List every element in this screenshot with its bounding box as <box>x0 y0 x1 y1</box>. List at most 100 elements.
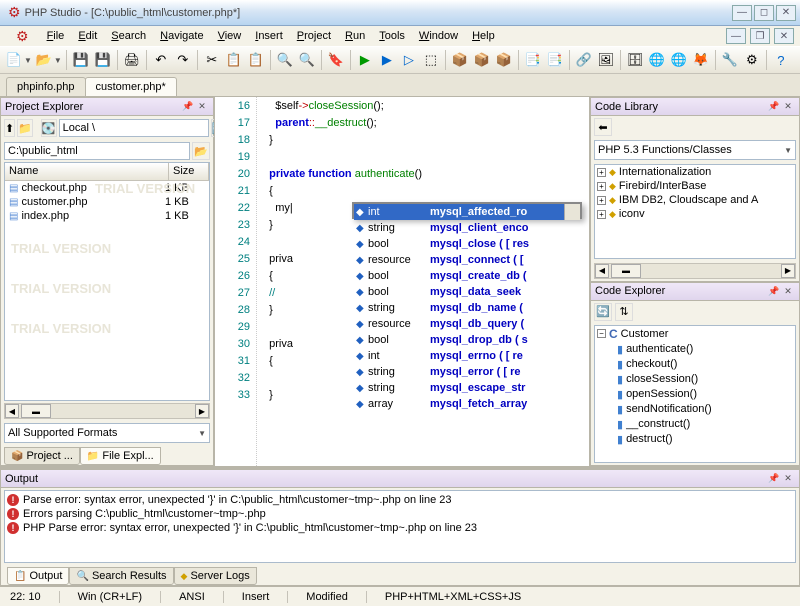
close-icon[interactable]: ✕ <box>781 472 795 486</box>
scrollbar[interactable] <box>564 204 580 220</box>
autocomplete-item[interactable]: ◆stringmysql_db_name ( <box>354 300 580 316</box>
col-size[interactable]: Size <box>169 163 209 180</box>
ftp-icon[interactable]: 🌐 <box>647 50 667 70</box>
file-row[interactable]: ▤customer.php1 KB <box>5 195 209 209</box>
menu-search[interactable]: Search <box>105 28 152 44</box>
tree-root[interactable]: −CCustomer <box>595 326 795 342</box>
back-icon[interactable]: ⬅ <box>594 118 612 136</box>
tab-server-logs[interactable]: ◆Server Logs <box>174 567 257 585</box>
autocomplete-item[interactable]: ◆resourcemysql_db_query ( <box>354 316 580 332</box>
drive-select[interactable] <box>59 119 209 137</box>
maximize-button[interactable]: ◻ <box>754 5 774 21</box>
open-icon[interactable]: 📂 <box>34 50 54 70</box>
find-icon[interactable]: 🔍 <box>275 50 295 70</box>
go-icon[interactable]: 📂 <box>192 142 210 160</box>
undo-icon[interactable]: ↶ <box>151 50 171 70</box>
child-close-button[interactable]: ✕ <box>774 28 794 44</box>
step-icon[interactable]: ▷ <box>399 50 419 70</box>
h-scrollbar[interactable]: ◀▬▶ <box>594 263 796 279</box>
new-folder-icon[interactable]: 📁 <box>17 119 33 137</box>
copy-icon[interactable]: 📋 <box>224 50 244 70</box>
child-restore-button[interactable]: ❐ <box>750 28 770 44</box>
file-row[interactable]: ▤checkout.php1 KB <box>5 181 209 195</box>
tab-file-explorer[interactable]: 📁File Expl... <box>80 447 161 465</box>
help-icon[interactable]: ? <box>771 50 791 70</box>
path-input[interactable] <box>4 142 190 160</box>
tree-item[interactable]: +◆Internationalization <box>595 165 795 179</box>
options-icon[interactable]: ⚙ <box>742 50 762 70</box>
file-tab[interactable]: phpinfo.php <box>6 77 86 96</box>
close-icon[interactable]: ✕ <box>781 284 795 298</box>
pin-icon[interactable]: 📌 <box>767 100 781 114</box>
autocomplete-item[interactable]: ◆stringmysql_error ( [ re <box>354 364 580 380</box>
tree-item[interactable]: +◆IBM DB2, Cloudscape and A <box>595 193 795 207</box>
close-icon[interactable]: ✕ <box>195 100 209 114</box>
filter-combo[interactable]: All Supported Formats▼ <box>4 423 210 443</box>
debug-icon[interactable]: ▶ <box>377 50 397 70</box>
h-scrollbar[interactable]: ◀▬▶ <box>4 403 210 419</box>
menu-navigate[interactable]: Navigate <box>154 28 209 44</box>
tree-method[interactable]: ▮destruct() <box>595 432 795 447</box>
image-icon[interactable]: 🖼 <box>596 50 616 70</box>
autocomplete-item[interactable]: ◆resourcemysql_connect ( [ <box>354 252 580 268</box>
autocomplete-item[interactable]: ◆intmysql_errno ( [ re <box>354 348 580 364</box>
menu-tools[interactable]: Tools <box>373 28 411 44</box>
menu-run[interactable]: Run <box>339 28 371 44</box>
autocomplete-item[interactable]: ◆boolmysql_close ( [ res <box>354 236 580 252</box>
tree-method[interactable]: ▮openSession() <box>595 387 795 402</box>
close-button[interactable]: ✕ <box>776 5 796 21</box>
library-combo[interactable]: PHP 5.3 Functions/Classes▼ <box>594 140 796 160</box>
refresh-icon[interactable]: 🔄 <box>594 303 612 321</box>
run-icon[interactable]: ▶ <box>355 50 375 70</box>
autocomplete-item[interactable]: ◆stringmysql_escape_str <box>354 380 580 396</box>
paste-icon[interactable]: 📋 <box>246 50 266 70</box>
menu-window[interactable]: Window <box>413 28 464 44</box>
tree-method[interactable]: ▮sendNotification() <box>595 402 795 417</box>
tree-item[interactable]: +◆Firebird/InterBase <box>595 179 795 193</box>
menu-file[interactable]: File <box>41 28 71 44</box>
browser2-icon[interactable]: 🦊 <box>691 50 711 70</box>
dropdown-icon[interactable]: ▼ <box>54 56 62 65</box>
col-name[interactable]: Name <box>5 163 169 180</box>
tree-method[interactable]: ▮checkout() <box>595 357 795 372</box>
save-all-icon[interactable]: 💾 <box>93 50 113 70</box>
tree-item[interactable]: +◆iconv <box>595 207 795 221</box>
tree-method[interactable]: ▮authenticate() <box>595 342 795 357</box>
find-files-icon[interactable]: 🔍 <box>297 50 317 70</box>
autocomplete-item[interactable]: ◆boolmysql_create_db ( <box>354 268 580 284</box>
autocomplete-item[interactable]: ◆boolmysql_drop_db ( s <box>354 332 580 348</box>
cut-icon[interactable]: ✂ <box>202 50 222 70</box>
child-minimize-button[interactable]: — <box>726 28 746 44</box>
file-row[interactable]: ▤index.php1 KB <box>5 209 209 223</box>
menu-view[interactable]: View <box>212 28 248 44</box>
menu-edit[interactable]: Edit <box>72 28 103 44</box>
autocomplete-item[interactable]: ◆arraymysql_fetch_array <box>354 396 580 412</box>
manage-icon[interactable]: 📑 <box>523 50 543 70</box>
tab-output[interactable]: 📋Output <box>7 567 69 585</box>
menu-insert[interactable]: Insert <box>249 28 289 44</box>
code-editor[interactable]: 161718192021222324252627282930313233 $se… <box>215 97 589 466</box>
print-icon[interactable]: 🖨 <box>122 50 142 70</box>
minimize-button[interactable]: — <box>732 5 752 21</box>
project-icon[interactable]: 📦 <box>450 50 470 70</box>
link-icon[interactable]: 🔗 <box>574 50 594 70</box>
manage2-icon[interactable]: 📑 <box>545 50 565 70</box>
autocomplete-item[interactable]: ◆boolmysql_data_seek <box>354 284 580 300</box>
project3-icon[interactable]: 📦 <box>494 50 514 70</box>
tree-method[interactable]: ▮__construct() <box>595 417 795 432</box>
code-area[interactable]: $self->closeSession(); parent::__destruc… <box>257 97 589 466</box>
autocomplete-item[interactable]: ◆stringmysql_client_enco <box>354 220 580 236</box>
file-tab[interactable]: customer.php* <box>85 77 177 96</box>
tree-method[interactable]: ▮closeSession() <box>595 372 795 387</box>
project2-icon[interactable]: 📦 <box>472 50 492 70</box>
drive-icon[interactable]: 💽 <box>41 119 57 137</box>
db-icon[interactable]: 🗄 <box>625 50 645 70</box>
bookmark-icon[interactable]: 🔖 <box>326 50 346 70</box>
redo-icon[interactable]: ↷ <box>173 50 193 70</box>
pin-icon[interactable]: 📌 <box>767 284 781 298</box>
tab-search-results[interactable]: 🔍Search Results <box>69 567 173 585</box>
tool-icon[interactable]: 🔧 <box>720 50 740 70</box>
pin-icon[interactable]: 📌 <box>181 100 195 114</box>
new-icon[interactable]: 📄 <box>4 50 24 70</box>
stop-icon[interactable]: ⬚ <box>421 50 441 70</box>
